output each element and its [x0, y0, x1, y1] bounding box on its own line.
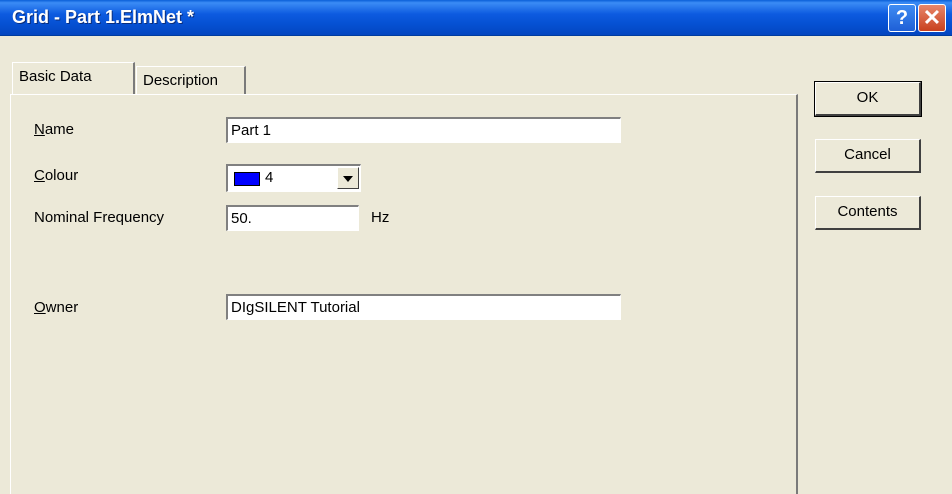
close-icon[interactable]: ✕: [918, 4, 946, 32]
name-label: Name: [34, 121, 75, 138]
colour-label: Colour: [34, 167, 79, 184]
ok-button[interactable]: OK: [814, 81, 922, 117]
contents-button[interactable]: Contents: [815, 196, 921, 230]
cancel-button[interactable]: Cancel: [815, 139, 921, 173]
frequency-unit: Hz: [371, 209, 390, 226]
nominal-frequency-label: Nominal Frequency: [34, 209, 165, 226]
nominal-frequency-field[interactable]: 50.: [226, 205, 359, 231]
window-title: Grid - Part 1.ElmNet *: [12, 7, 195, 27]
chevron-down-icon: [343, 176, 353, 182]
help-icon[interactable]: ?: [888, 4, 916, 32]
title-bar: Grid - Part 1.ElmNet * ? ✕: [0, 0, 952, 36]
colour-dropdown-button[interactable]: [337, 167, 359, 189]
tab-description[interactable]: Description: [136, 66, 246, 94]
colour-select[interactable]: 4: [226, 164, 361, 192]
name-field[interactable]: Part 1: [226, 117, 621, 143]
owner-label: Owner: [34, 299, 79, 316]
colour-swatch: [234, 172, 260, 186]
tab-basic-data[interactable]: Basic Data: [12, 62, 135, 94]
colour-value: 4: [265, 169, 274, 186]
owner-field[interactable]: DIgSILENT Tutorial: [226, 294, 621, 320]
